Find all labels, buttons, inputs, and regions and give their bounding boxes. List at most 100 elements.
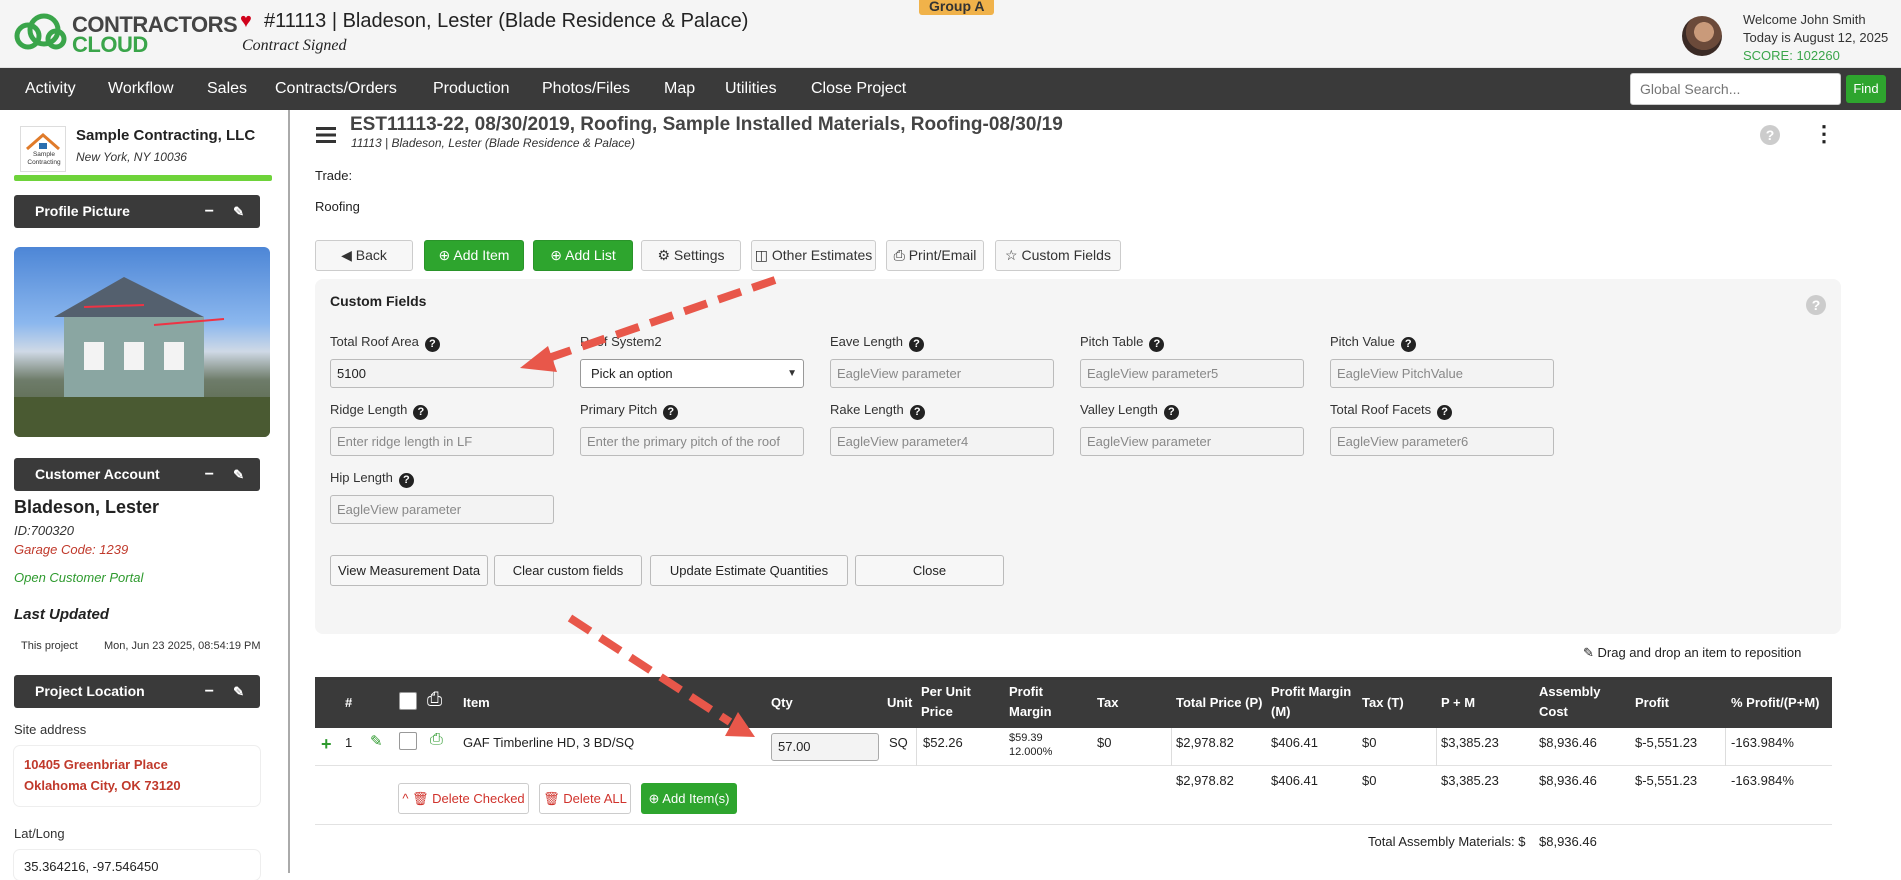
delete-checked-button[interactable]: ^ 🗑 Delete Checked xyxy=(398,783,529,814)
clear-custom-fields-button[interactable]: Clear custom fields xyxy=(494,555,642,586)
total-roof-facets-input[interactable]: EagleView parameter6 xyxy=(1330,427,1554,456)
nav-sales[interactable]: Sales xyxy=(207,68,247,110)
total-assembly-label: Total Assembly Materials: $ xyxy=(1368,834,1526,849)
question-icon[interactable]: ? xyxy=(1149,337,1165,352)
find-button[interactable]: Find xyxy=(1846,75,1886,103)
row-checkbox[interactable] xyxy=(399,732,417,750)
nav-activity[interactable]: Activity xyxy=(25,68,76,110)
row-item[interactable]: GAF Timberline HD, 3 BD/SQ xyxy=(463,735,634,750)
rake-length-input[interactable]: EagleView parameter4 xyxy=(830,427,1054,456)
site-address-label: Site address xyxy=(14,722,87,737)
project-status: Contract Signed xyxy=(242,37,347,54)
close-button[interactable]: Close xyxy=(855,555,1004,586)
col-item: Item xyxy=(463,695,490,710)
nav-contracts-orders[interactable]: Contracts/Orders xyxy=(275,68,397,110)
add-items-button[interactable]: ⊕ Add Item(s) xyxy=(641,783,737,814)
today-text: Today is August 12, 2025 xyxy=(1743,30,1889,45)
nav-utilities[interactable]: Utilities xyxy=(725,68,777,110)
items-table-header: # ⎙ Item Qty Unit Per Unit Price Profit … xyxy=(315,677,1832,728)
global-search-input[interactable] xyxy=(1630,73,1841,105)
back-button[interactable]: ◀ Back xyxy=(315,240,413,271)
help-icon[interactable]: ? xyxy=(1760,125,1780,145)
collapse-icon[interactable]: − xyxy=(205,675,214,708)
customer-account-header: Customer Account − ✎ xyxy=(14,458,260,491)
col-unit: Unit xyxy=(887,695,913,710)
valley-length-input[interactable]: EagleView parameter xyxy=(1080,427,1304,456)
house-photo[interactable] xyxy=(14,247,270,437)
primary-pitch-label: Primary Pitch? xyxy=(580,402,679,420)
table-row[interactable]: + 1 ✎ ⎙ GAF Timberline HD, 3 BD/SQ 57.00… xyxy=(315,728,1832,766)
collapse-icon[interactable]: − xyxy=(205,458,214,491)
qty-input[interactable]: 57.00 xyxy=(771,733,879,761)
pencil-icon[interactable]: ✎ xyxy=(233,675,244,708)
add-plus-icon[interactable]: + xyxy=(321,734,332,755)
columns-icon: ◫ xyxy=(754,247,772,263)
question-icon[interactable]: ? xyxy=(413,405,429,420)
question-icon[interactable]: ? xyxy=(1437,405,1453,420)
question-icon[interactable]: ? xyxy=(909,405,925,420)
contractors-cloud-logo[interactable]: CONTRACTORS CLOUD xyxy=(14,10,238,57)
drag-hint: ✎ Drag and drop an item to reposition xyxy=(1583,645,1802,660)
magic-wand-icon: ✎ xyxy=(1583,645,1598,660)
question-icon[interactable]: ? xyxy=(663,405,679,420)
pencil-icon[interactable]: ✎ xyxy=(233,195,244,228)
customer-account-title: Customer Account xyxy=(35,466,160,482)
add-item-button[interactable]: ⊕ Add Item xyxy=(424,240,524,271)
select-all-checkbox[interactable] xyxy=(399,692,417,710)
house-photo-illustration xyxy=(14,277,270,437)
hamburger-menu-icon[interactable] xyxy=(316,126,336,144)
row-p-plus-m: $3,385.23 xyxy=(1441,735,1499,750)
other-estimates-button[interactable]: ◫ Other Estimates xyxy=(751,240,876,271)
add-list-button[interactable]: ⊕ Add List xyxy=(533,240,633,271)
latlong-box[interactable]: 35.364216, -97.546450 xyxy=(14,850,260,880)
collapse-icon[interactable]: − xyxy=(205,195,214,228)
delete-all-button[interactable]: 🗑 Delete ALL xyxy=(539,783,631,814)
more-options-icon[interactable]: ⋮ xyxy=(1813,122,1835,146)
total-profit: $-5,551.23 xyxy=(1635,773,1698,788)
heart-icon[interactable]: ♥ xyxy=(240,10,252,33)
customer-portal-link[interactable]: Open Customer Portal xyxy=(14,570,143,585)
question-icon[interactable]: ? xyxy=(398,473,414,488)
nav-photos-files[interactable]: Photos/Files xyxy=(542,68,630,110)
edit-pencil-icon[interactable]: ✎ xyxy=(370,732,383,750)
star-icon: ☆ xyxy=(1005,247,1022,263)
plus-circle-icon: ⊕ xyxy=(550,247,566,263)
print-icon: ⎙ xyxy=(893,247,909,263)
question-icon[interactable]: ? xyxy=(1163,405,1179,420)
site-address-box[interactable]: 10405 Greenbriar Place Oklahoma City, OK… xyxy=(14,746,260,806)
row-profit-margin-pct: 12.000% xyxy=(1009,746,1053,758)
row-print-icon[interactable]: ⎙ xyxy=(430,731,443,749)
view-measurement-button[interactable]: View Measurement Data xyxy=(330,555,488,586)
row-profit-margin-m: $406.41 xyxy=(1271,735,1318,750)
row-profit-margin: $59.39 xyxy=(1009,732,1043,744)
eave-length-input[interactable]: EagleView parameter xyxy=(830,359,1054,388)
question-icon[interactable]: ? xyxy=(424,337,440,352)
custom-fields-button[interactable]: ☆ Custom Fields xyxy=(995,240,1121,271)
question-icon[interactable]: ? xyxy=(909,337,925,352)
company-logo-text: Sample Contracting xyxy=(27,151,61,166)
nav-workflow[interactable]: Workflow xyxy=(108,68,174,110)
cloud-logo-icon xyxy=(14,13,67,50)
total-roof-area-input[interactable]: 5100 xyxy=(330,359,554,388)
ridge-length-input[interactable]: Enter ridge length in LF xyxy=(330,427,554,456)
primary-pitch-input[interactable]: Enter the primary pitch of the roof xyxy=(580,427,804,456)
nav-map[interactable]: Map xyxy=(664,68,695,110)
pencil-icon[interactable]: ✎ xyxy=(233,458,244,491)
question-icon[interactable]: ? xyxy=(1400,337,1416,352)
roof-system-select[interactable]: Pick an option ▼ xyxy=(580,359,804,388)
nav-close-project[interactable]: Close Project xyxy=(811,68,906,110)
print-email-button[interactable]: ⎙ Print/Email xyxy=(886,240,984,271)
row-pct-profit: -163.984% xyxy=(1731,735,1794,750)
settings-button[interactable]: ⚙ Settings xyxy=(641,240,741,271)
customer-name[interactable]: Bladeson, Lester xyxy=(14,497,159,518)
update-quantities-button[interactable]: Update Estimate Quantities xyxy=(650,555,848,586)
user-avatar[interactable] xyxy=(1682,16,1722,56)
pitch-value-input[interactable]: EagleView PitchValue xyxy=(1330,359,1554,388)
hip-length-input[interactable]: EagleView parameter xyxy=(330,495,554,524)
panel-help-icon[interactable]: ? xyxy=(1806,295,1826,315)
col-num: # xyxy=(345,695,353,710)
nav-production[interactable]: Production xyxy=(433,68,510,110)
row-assembly-cost: $8,936.46 xyxy=(1539,735,1597,750)
print-icon[interactable]: ⎙ xyxy=(427,689,442,711)
pitch-table-input[interactable]: EagleView parameter5 xyxy=(1080,359,1304,388)
